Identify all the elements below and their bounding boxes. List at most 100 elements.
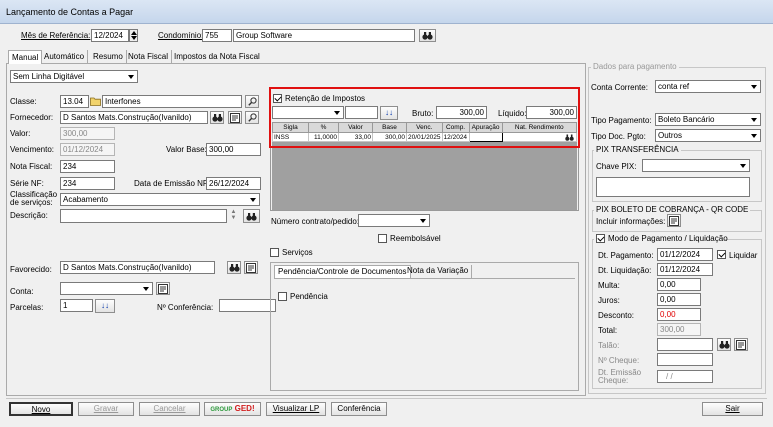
- data-emissao-input[interactable]: 26/12/2024: [206, 177, 261, 190]
- tab-automatico[interactable]: Automático: [41, 50, 89, 64]
- chave-pix-label: Chave PIX:: [596, 162, 637, 171]
- classe-code-input[interactable]: 13.04: [60, 95, 89, 108]
- group-ged-button[interactable]: GROUP GED!: [204, 402, 261, 416]
- pagamento-legend: Dados para pagamento: [591, 62, 679, 71]
- incluir-informacoes-label: Incluir informações:: [596, 217, 666, 226]
- fornecedor-search-button[interactable]: [245, 111, 259, 124]
- conta-select[interactable]: [60, 282, 153, 295]
- subtab-underline: [274, 278, 575, 279]
- condominio-name-input[interactable]: Group Software: [233, 29, 415, 42]
- modo-pagamento-checkbox[interactable]: [596, 234, 605, 243]
- desconto-input[interactable]: 0,00: [657, 308, 701, 321]
- mes-referencia-label: Mês de Referência:: [21, 31, 91, 40]
- dt-liquidacao-input[interactable]: 01/12/2024: [657, 263, 713, 276]
- visualizar-lp-button[interactable]: Visualizar LP: [266, 402, 326, 416]
- serie-nf-label: Série NF:: [10, 179, 44, 188]
- favorecido-input[interactable]: D Santos Mats.Construção(Ivanildo): [60, 261, 215, 274]
- numero-cheque-input[interactable]: [657, 353, 713, 366]
- binoculars-icon: [422, 32, 433, 40]
- gravar-button[interactable]: Gravar: [78, 402, 134, 416]
- emissao-cheque-input[interactable]: / /: [657, 370, 713, 383]
- serie-nf-input[interactable]: 234: [60, 177, 115, 190]
- subtab-pendencia[interactable]: Pendência/Controle de Documentos: [274, 265, 411, 278]
- valor-base-label: Valor Base:: [166, 145, 207, 154]
- tipo-doc-select[interactable]: Outros: [655, 129, 761, 142]
- fornecedor-register-button[interactable]: [228, 111, 242, 124]
- favorecido-register-button[interactable]: [244, 261, 258, 274]
- descricao-scroll[interactable]: ▲ ▼: [229, 209, 238, 223]
- talao-input[interactable]: [657, 338, 713, 351]
- tab-nota-fiscal[interactable]: Nota Fiscal: [125, 50, 173, 64]
- form-icon: [669, 215, 679, 226]
- tab-resumo[interactable]: Resumo: [90, 50, 127, 64]
- sair-button[interactable]: Sair: [702, 402, 763, 416]
- reembolsavel-checkbox[interactable]: [378, 234, 387, 243]
- mes-referencia-spinner[interactable]: [129, 29, 138, 42]
- pix-boleto-legend: PIX BOLETO DE COBRANÇA - QR CODE: [594, 205, 751, 214]
- incluir-informacoes-button[interactable]: [667, 214, 681, 227]
- footer-divider: [6, 398, 767, 399]
- binoculars-icon: [211, 114, 223, 122]
- liquidar-checkbox[interactable]: [717, 250, 726, 259]
- conta-label: Conta:: [10, 287, 34, 296]
- subtab-nota-variacao[interactable]: Nota da Variação: [404, 265, 473, 278]
- nota-fiscal-input[interactable]: 234: [60, 160, 115, 173]
- juros-input[interactable]: 0,00: [657, 293, 701, 306]
- total-label: Total:: [598, 326, 618, 335]
- binoculars-icon: [228, 264, 240, 272]
- tab-impostos-nota-fiscal[interactable]: Impostos da Nota Fiscal: [171, 50, 263, 64]
- tipo-pagamento-select[interactable]: Boleto Bancário: [655, 113, 761, 126]
- dt-pagamento-label: Dt. Pagamento:: [598, 251, 654, 260]
- classe-search-button[interactable]: [245, 95, 259, 108]
- pendencia-checkbox[interactable]: [278, 292, 287, 301]
- valor-input: 300,00: [60, 127, 115, 140]
- tab-manual[interactable]: Manual: [8, 50, 43, 64]
- numero-contrato-label: Número contrato/pedido:: [271, 217, 360, 226]
- descricao-input[interactable]: [60, 209, 227, 223]
- folder-icon[interactable]: [90, 96, 101, 106]
- condominio-label: Condomínio:: [158, 31, 204, 40]
- binoculars-icon: [718, 341, 730, 349]
- vencimento-label: Vencimento:: [10, 145, 55, 154]
- classificacao-label-line2: de serviços:: [10, 198, 53, 207]
- dt-pagamento-input[interactable]: 01/12/2024: [657, 248, 713, 261]
- pendencia-label: Pendência: [290, 292, 328, 301]
- multa-label: Multa:: [598, 281, 620, 290]
- favorecido-label: Favorecido:: [10, 265, 52, 274]
- talao-register-button[interactable]: [734, 338, 748, 351]
- parcelas-arrows-button[interactable]: ↓↓: [95, 299, 115, 313]
- tipo-doc-label: Tipo Doc. Pgto:: [591, 132, 646, 141]
- fornecedor-binoculars-button[interactable]: [210, 111, 224, 124]
- cancelar-button[interactable]: Cancelar: [139, 402, 200, 416]
- servicos-checkbox[interactable]: [270, 248, 279, 257]
- mes-referencia-input[interactable]: 12/2024: [91, 29, 129, 42]
- reembolsavel-label: Reembolsável: [390, 234, 441, 243]
- spin-down-icon: [131, 36, 137, 40]
- form-icon: [158, 283, 168, 294]
- conta-register-button[interactable]: [156, 282, 170, 295]
- conferencia-input[interactable]: [219, 299, 276, 312]
- conta-corrente-select[interactable]: conta ref: [655, 80, 761, 93]
- novo-button[interactable]: Novo: [9, 402, 73, 416]
- chave-pix-input[interactable]: [596, 177, 750, 197]
- double-arrow-down-icon: ↓↓: [101, 301, 109, 310]
- condominio-code-input[interactable]: 755: [202, 29, 232, 42]
- multa-input[interactable]: 0,00: [657, 278, 701, 291]
- conferencia-button[interactable]: Conferência: [331, 402, 387, 416]
- binoculars-icon: [246, 212, 257, 221]
- retencao-highlight-box: [269, 87, 580, 148]
- magnifier-icon: [247, 113, 257, 122]
- search-condominio-button[interactable]: [419, 29, 436, 42]
- tipo-lancamento-select[interactable]: Sem Linha Digitável: [10, 70, 138, 83]
- classificacao-select[interactable]: Acabamento: [60, 193, 260, 206]
- total-input: 300,00: [657, 323, 701, 336]
- fornecedor-input[interactable]: D Santos Mats.Construção(Ivanildo): [60, 111, 208, 124]
- descricao-binoculars-button[interactable]: [243, 209, 260, 223]
- chave-pix-select[interactable]: [642, 159, 750, 172]
- talao-binoculars-button[interactable]: [717, 338, 731, 351]
- parcelas-input[interactable]: 1: [60, 299, 93, 312]
- favorecido-binoculars-button[interactable]: [227, 261, 241, 274]
- numero-contrato-select[interactable]: [358, 214, 430, 227]
- classe-name-input[interactable]: Interfones: [102, 95, 242, 108]
- valor-base-input[interactable]: 300,00: [206, 143, 261, 156]
